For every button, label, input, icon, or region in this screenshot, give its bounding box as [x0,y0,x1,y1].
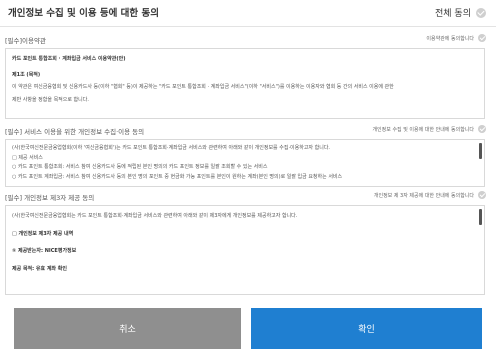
thirdparty-line-1: (사)한국여신전문금융업협회는 카드 포인트 통합조회·계좌입금 서비스와 관련… [12,213,298,219]
section-terms-agree-label: 이용약관에 동의합니다 [426,35,474,42]
section-terms-agree-toggle[interactable]: 이용약관에 동의합니다 [426,34,486,42]
terms-line-3: 이 약관은 여신금융협회 및 신용카드사 등(이하 "협회" 등)이 제공하는 … [12,84,394,90]
collect-line-4: ○ 카드 포인트 계좌입금: 서비스 참여 신용카드사 등의 본인 명의 포인트… [12,173,343,180]
all-agree-label: 전체 동의 [435,9,471,19]
collect-line-1: (사)한국여신전문금융업협회(이하 '여신금융협회')는 카드 포인트 통합조회… [12,145,331,151]
all-agree-check-icon[interactable] [476,7,486,18]
terms-line-2: 제1조 (목적) [12,71,41,78]
thirdparty-line-4: 제공 목적: 유효 계좌 확인 [12,265,67,272]
thirdparty-content-box[interactable]: (사)한국여신전문금융업협회는 카드 포인트 통합조회·계좌입금 서비스와 관련… [5,205,485,295]
collect-content-box[interactable]: (사)한국여신전문금융업협회(이하 '여신금융협회')는 카드 포인트 통합조회… [5,139,485,187]
all-agree-toggle[interactable]: 전체 동의 [435,6,486,19]
section-terms-header: [필수]이용약관 이용약관에 동의합니다 [0,34,496,48]
collect-line-3: ○ 카드 포인트 통합조회: 서비스 참여 신용카드사 등에 적립된 본인 명의… [12,164,268,170]
thirdparty-line-3: ① 제공받는자: NICE평가정보 [12,248,77,254]
section-thirdparty-check-icon[interactable] [478,191,486,199]
section-thirdparty-agree-label: 개인정보 제 3자 제공에 대한 안내에 동의합니다 [373,192,474,199]
section-thirdparty-title: [필수] 개인정보 제3자 제공 동의 [5,194,95,202]
terms-line-1: 카드 포인트 통합조회 · 계좌입금 서비스 이용약관(안) [12,56,126,62]
section-thirdparty-header: [필수] 개인정보 제3자 제공 동의 개인정보 제 3자 제공에 대한 안내에… [0,191,496,205]
section-terms-title: [필수]이용약관 [5,37,46,45]
section-terms-check-icon[interactable] [478,34,486,42]
confirm-button[interactable]: 확인 [251,308,482,349]
section-collect-header: [필수] 서비스 이용을 위한 개인정보 수집·이용 동의 개인정보 수집 및 … [0,125,496,139]
collect-line-2: □ 제공 서비스 [12,154,43,161]
section-collect-title: [필수] 서비스 이용을 위한 개인정보 수집·이용 동의 [5,128,145,136]
section-collect-agree-label: 개인정보 수집 및 이용에 대한 안내에 동의합니다 [372,126,474,133]
cancel-button[interactable]: 취소 [14,308,241,349]
terms-line-4: 제반 사항을 정함을 목적으로 합니다. [12,96,89,103]
thirdparty-line-2: □ 개인정보 제3자 제공 내역 [12,230,74,237]
section-thirdparty-agree-toggle[interactable]: 개인정보 제 3자 제공에 대한 안내에 동의합니다 [374,191,486,199]
terms-content-box[interactable]: 카드 포인트 통합조회 · 계좌입금 서비스 이용약관(안) 제1조 (목적) … [5,48,485,119]
collect-scrollbar[interactable] [479,143,482,159]
section-collect-agree-toggle[interactable]: 개인정보 수집 및 이용에 대한 안내에 동의합니다 [372,125,486,133]
page-title: 개인정보 수집 및 이용 등에 대한 동의 [8,8,159,19]
section-collect-check-icon[interactable] [478,125,486,133]
header: 개인정보 수집 및 이용 등에 대한 동의 전체 동의 [0,0,496,27]
thirdparty-scrollbar[interactable] [479,209,482,225]
